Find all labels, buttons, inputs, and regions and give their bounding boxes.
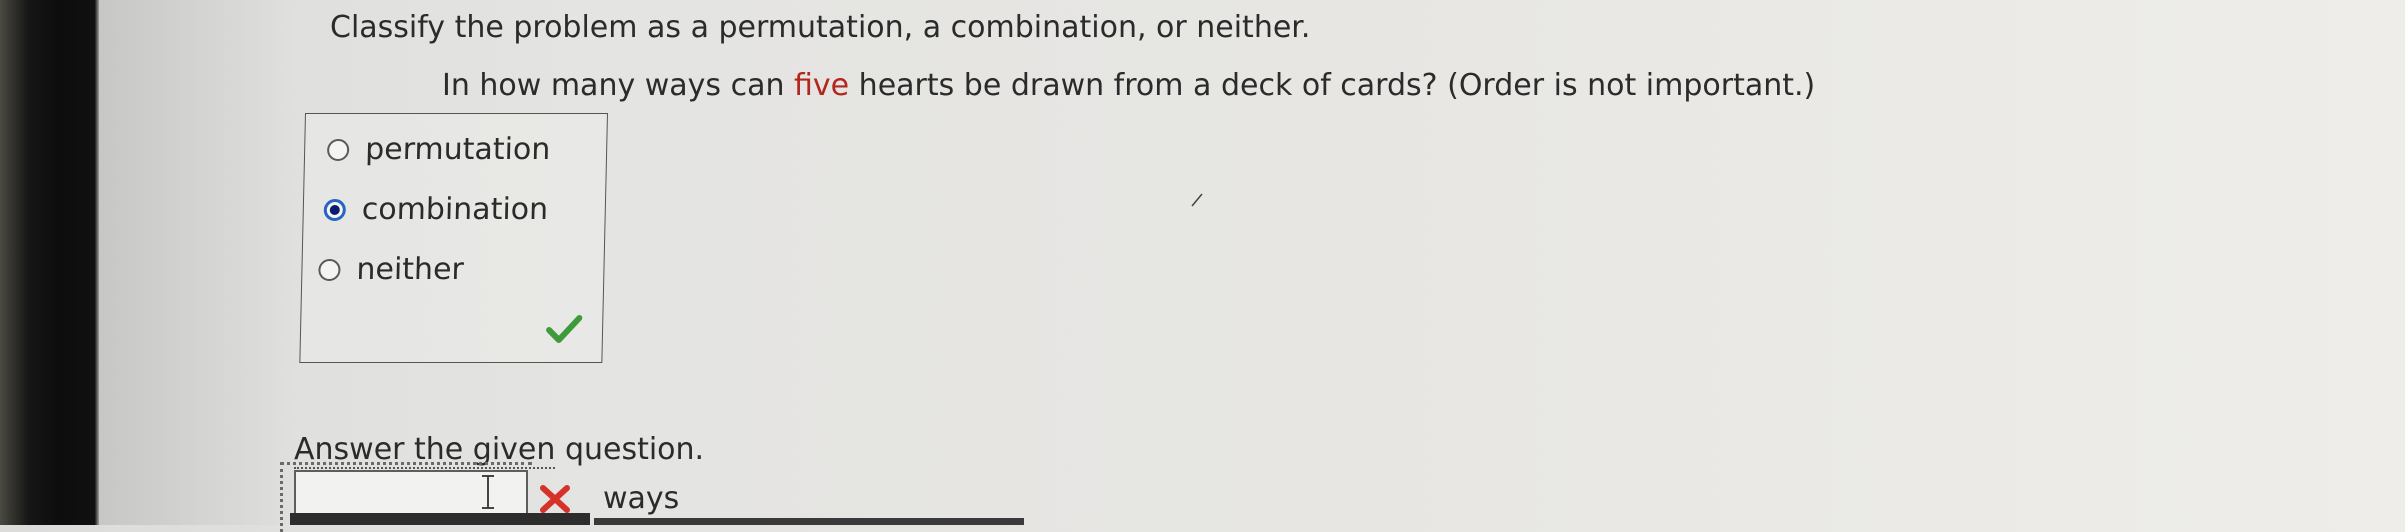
classification-choices: permutation combination neither <box>299 113 608 363</box>
question-text-start: In how many ways can <box>442 68 795 103</box>
choice-neither-label: neither <box>356 252 465 287</box>
question-highlight: five <box>794 68 850 103</box>
text-cursor-icon <box>482 475 494 509</box>
toolbar-edge-right <box>594 518 1024 525</box>
x-icon <box>540 485 570 513</box>
answer-unit: ways <box>603 481 680 516</box>
choice-permutation[interactable]: permutation <box>326 132 551 167</box>
answer-prompt-rest: question. <box>555 432 705 467</box>
monitor-bezel <box>0 0 95 525</box>
choice-combination[interactable]: combination <box>323 192 549 227</box>
screen-shadow <box>99 0 299 525</box>
radio-permutation[interactable] <box>326 138 350 161</box>
checkmark-icon <box>546 315 583 343</box>
radio-combination[interactable] <box>323 198 347 221</box>
question-text-end: hearts be drawn from a deck of cards? (O… <box>849 68 1816 103</box>
toolbar-edge <box>290 513 590 525</box>
choice-neither[interactable]: neither <box>318 252 464 287</box>
instruction-text: Classify the problem as a permutation, a… <box>330 10 1311 45</box>
choice-combination-label: combination <box>361 192 549 227</box>
question-text: In how many ways can five hearts be draw… <box>442 68 1815 103</box>
radio-neither[interactable] <box>318 258 341 281</box>
choice-permutation-label: permutation <box>364 132 551 167</box>
stray-mark <box>1191 193 1203 207</box>
